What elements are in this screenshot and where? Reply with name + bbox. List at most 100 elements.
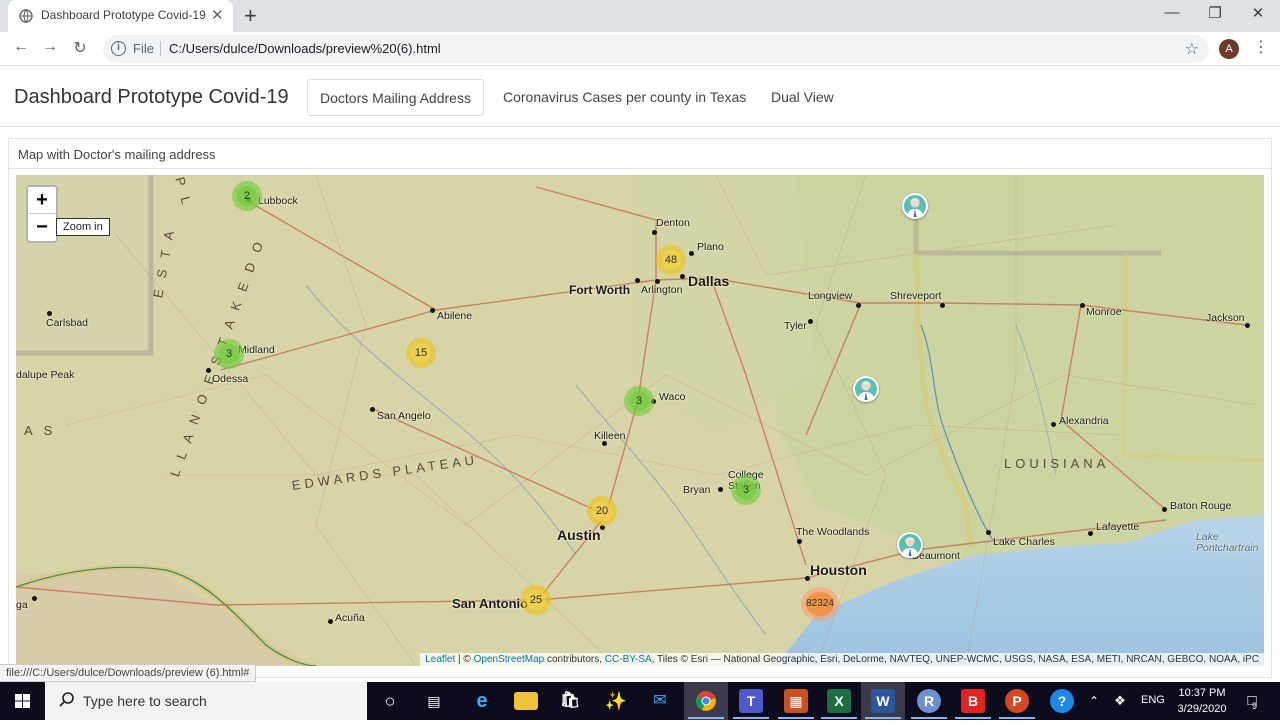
close-window-icon[interactable]: ✕ — [1243, 4, 1273, 22]
cluster-count: 3 — [742, 484, 750, 496]
city-dot — [370, 407, 375, 412]
doctor-icon — [902, 537, 918, 556]
app-running-indicator — [778, 717, 814, 719]
forward-arrow-icon[interactable]: → — [39, 38, 61, 56]
tab-coronavirus-cases[interactable]: Coronavirus Cases per county in Texas — [491, 79, 758, 116]
city-dot — [1088, 531, 1093, 536]
file-explorer-icon[interactable] — [514, 692, 538, 710]
city-label-monroe: Monroe — [1086, 306, 1122, 318]
panel-header: Map with Doctor's mailing address — [9, 139, 1271, 169]
store-icon[interactable]: 🛍 — [558, 689, 582, 713]
excel-icon[interactable]: X — [827, 689, 851, 713]
cluster-marker-midland[interactable]: 3 — [214, 339, 244, 369]
leaflet-link[interactable]: Leaflet — [425, 654, 455, 665]
city-label-fort-worth: Fort Worth — [569, 283, 631, 297]
city-label-dallas: Dallas — [688, 273, 730, 289]
search-placeholder: Type here to search — [83, 693, 207, 709]
cluster-count: 82324 — [806, 598, 834, 609]
city-dot — [1162, 507, 1167, 512]
mail-icon[interactable]: ✉ — [648, 689, 672, 713]
info-icon[interactable]: i — [111, 41, 126, 56]
doctor-marker-icon[interactable] — [853, 376, 879, 402]
city-dot — [986, 530, 991, 535]
powerpoint-icon[interactable]: P — [1005, 689, 1029, 713]
start-button[interactable] — [0, 682, 45, 720]
taskbar-clock[interactable]: 10:37 PM 3/29/2020 — [1172, 685, 1232, 717]
cluster-marker-san-antonio[interactable]: 25 — [521, 585, 551, 615]
city-label-san-angelo: San Angelo — [377, 410, 431, 422]
cortana-icon[interactable]: ○ — [378, 689, 402, 713]
bookmark-star-icon[interactable]: ☆ — [1185, 39, 1199, 59]
help-icon[interactable]: ? — [1050, 689, 1074, 713]
language-indicator[interactable]: ENG — [1141, 694, 1165, 706]
word-icon[interactable]: W — [871, 689, 895, 713]
doctor-marker-icon[interactable] — [897, 532, 923, 558]
tab-doctors-mailing-address[interactable]: Doctors Mailing Address — [307, 79, 484, 116]
restore-icon[interactable]: ❐ — [1200, 4, 1230, 22]
address-bar[interactable]: i File C:/Users/dulce/Downloads/preview%… — [103, 35, 1209, 63]
doctor-marker-icon[interactable] — [902, 193, 928, 219]
cluster-marker-dallas[interactable]: 48 — [656, 245, 686, 275]
tray-chevron-up-icon[interactable]: ⌃ — [1082, 689, 1106, 713]
city-label-plano: Plano — [697, 241, 724, 253]
close-tab-icon[interactable]: ✕ — [211, 6, 224, 24]
city-dot — [206, 368, 211, 373]
cluster-marker-abilene-area[interactable]: 15 — [406, 338, 436, 368]
zoom-control: + − — [26, 185, 58, 243]
license-link[interactable]: CC-BY-SA — [605, 654, 652, 665]
b-app-icon[interactable]: B — [961, 689, 985, 713]
globe-icon — [19, 9, 33, 23]
taskbar-search-box[interactable]: Type here to search — [45, 682, 367, 720]
city-label-carlsbad: Carlsbad — [46, 317, 89, 329]
attribution-mid: contributors, — [544, 654, 605, 665]
zoom-in-button[interactable]: + — [28, 187, 56, 214]
lake-label-pontchartrain: Lake Pontchartrain — [1196, 531, 1259, 554]
browser-tab[interactable]: Dashboard Prototype Covid-19 ✕ — [8, 0, 233, 32]
cluster-count: 3 — [225, 348, 233, 360]
openstreetmap-link[interactable]: OpenStreetMap — [474, 654, 545, 665]
city-label-lubbock: Lubbock — [258, 195, 298, 207]
tab-dual-view[interactable]: Dual View — [759, 79, 846, 116]
cluster-count: 20 — [595, 505, 609, 517]
clock-time: 10:37 PM — [1178, 687, 1226, 699]
cluster-marker-lubbock[interactable]: 2 — [232, 181, 262, 211]
r-studio-icon[interactable]: R — [917, 689, 941, 713]
profile-avatar[interactable]: A — [1219, 39, 1239, 59]
browser-toolbar: ← → ↻ i File C:/Users/dulce/Downloads/pr… — [0, 32, 1280, 66]
back-arrow-icon[interactable]: ← — [10, 38, 32, 56]
vscode-icon[interactable]: ✨ — [604, 689, 628, 713]
url-text[interactable]: C:/Users/dulce/Downloads/preview%20(6).h… — [169, 41, 441, 56]
cluster-marker-waco[interactable]: 3 — [624, 386, 654, 416]
zoom-out-button[interactable]: − — [28, 214, 56, 241]
reload-icon[interactable]: ↻ — [69, 38, 91, 58]
teams-icon[interactable]: T — [739, 689, 763, 713]
chrome-icon[interactable] — [694, 689, 718, 713]
cluster-marker-houston[interactable]: 82324 — [801, 587, 839, 621]
region-label-texas: A S — [24, 423, 57, 438]
cluster-marker-austin[interactable]: 20 — [587, 496, 617, 526]
city-label-killeen: Killeen — [594, 430, 626, 442]
city-label-alexandria: Alexandria — [1059, 415, 1109, 427]
browser-tab-strip: Dashboard Prototype Covid-19 ✕ + — ❐ ✕ — [0, 0, 1280, 32]
leaflet-map[interactable]: P L E S T A L L A N O E S T A K E D O A … — [16, 175, 1264, 666]
browser-menu-icon[interactable]: ⋮ — [1253, 37, 1269, 57]
chrome-logo — [696, 691, 716, 711]
edge-icon[interactable]: e — [470, 689, 494, 713]
new-tab-button[interactable]: + — [244, 3, 257, 29]
minimize-icon[interactable]: — — [1157, 4, 1187, 21]
city-dot — [680, 274, 685, 279]
task-view-icon[interactable]: ▤ — [422, 689, 446, 713]
cluster-marker-college-station[interactable]: 3 — [731, 475, 761, 505]
windows-taskbar: Type here to search ○ ▤ e 🛍 ✨ ✉ T ▦ X W … — [0, 682, 1280, 720]
cluster-count: 3 — [635, 395, 643, 407]
city-dot — [1245, 323, 1250, 328]
city-label-ga: ga — [16, 599, 28, 611]
app-title[interactable]: Dashboard Prototype Covid-19 — [14, 86, 289, 109]
app-icon[interactable]: ▦ — [784, 689, 808, 713]
dropbox-icon[interactable]: ❖ — [1108, 689, 1132, 713]
city-label-tyler: Tyler — [784, 320, 807, 332]
region-label-louisiana: LOUISIANA — [1004, 456, 1110, 471]
app-header: Dashboard Prototype Covid-19 Doctors Mai… — [0, 67, 1280, 127]
cluster-count: 2 — [243, 190, 251, 202]
city-label-jackson: Jackson — [1206, 312, 1245, 324]
